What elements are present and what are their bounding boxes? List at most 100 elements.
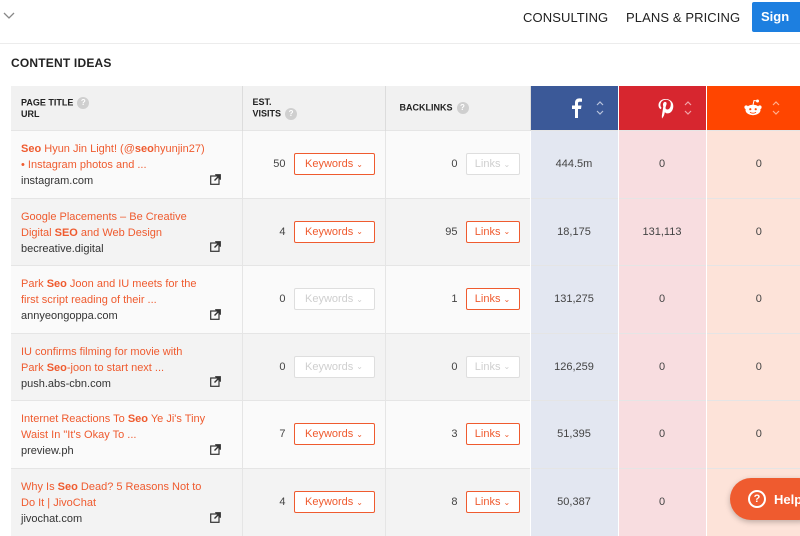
keywords-button[interactable]: Keywords ⌄ bbox=[293, 153, 375, 176]
keywords-button[interactable]: Keywords ⌄ bbox=[293, 220, 375, 243]
page-domain: jivochat.com bbox=[21, 513, 83, 525]
sort-icon[interactable] bbox=[771, 98, 781, 118]
content-ideas-table: PAGE TITLE? URL EST. VISITS? BACKLINKS? bbox=[11, 86, 800, 536]
facebook-icon bbox=[571, 98, 582, 118]
chevron-down-icon: ⌄ bbox=[503, 227, 511, 237]
chevron-down-icon: ⌄ bbox=[503, 159, 511, 169]
links-button-label: Links bbox=[474, 496, 501, 508]
external-link-icon[interactable] bbox=[210, 376, 221, 387]
external-link-icon[interactable] bbox=[210, 173, 221, 185]
column-header-title[interactable]: PAGE TITLE? URL bbox=[11, 86, 243, 131]
pinterest-icon bbox=[658, 99, 673, 119]
links-button[interactable]: Links ⌄ bbox=[465, 423, 520, 446]
title-highlight: Seo bbox=[57, 481, 78, 493]
sign-in-button[interactable]: Sign in bbox=[752, 2, 800, 54]
title-cell: Google Placements – Be Creative Digital … bbox=[11, 197, 242, 266]
table-row: IU confirms filming for movie with Park … bbox=[11, 332, 800, 401]
title-cell: IU confirms filming for movie with Park … bbox=[11, 332, 242, 401]
facebook-shares: 18,175 bbox=[529, 197, 618, 266]
links-button[interactable]: Links ⌄ bbox=[465, 220, 520, 243]
keywords-button[interactable]: Keywords ⌄ bbox=[293, 423, 375, 446]
chevron-down-icon: ⌄ bbox=[503, 294, 511, 304]
table-body: Seo Hyun Jin Light! (@seohyunjin27) • In… bbox=[11, 130, 800, 536]
column-header-visits-label-1: EST. bbox=[252, 96, 272, 107]
facebook-shares: 51,395 bbox=[529, 400, 618, 468]
facebook-shares: 444.5m bbox=[529, 130, 618, 198]
table-header-row: PAGE TITLE? URL EST. VISITS? BACKLINKS? bbox=[11, 86, 800, 131]
nav-consulting-link[interactable]: CONSULTING bbox=[523, 10, 608, 25]
page-domain: push.abs-cbn.com bbox=[21, 377, 111, 390]
help-icon[interactable]: ? bbox=[77, 96, 90, 109]
backlinks-cell: 3 Links ⌄ bbox=[384, 400, 530, 468]
estimated-visits: 0 bbox=[279, 360, 286, 373]
keywords-button-label: Keywords bbox=[305, 496, 354, 508]
title-text: Why Is bbox=[21, 481, 58, 493]
visits-cell: 7 Keywords ⌄ bbox=[241, 400, 385, 468]
keywords-button-label: Keywords bbox=[305, 293, 354, 306]
title-highlight: Seo bbox=[127, 413, 148, 426]
links-button[interactable]: Links ⌄ bbox=[465, 355, 520, 378]
pinterest-shares: 0 bbox=[617, 332, 706, 401]
keywords-button[interactable]: Keywords ⌄ bbox=[293, 288, 375, 311]
chevron-down-icon: ⌄ bbox=[356, 159, 363, 169]
estimated-visits: 50 bbox=[273, 158, 286, 171]
table-row: Seo Hyun Jin Light! (@seohyunjin27) • In… bbox=[11, 130, 800, 198]
table-row: Why Is Seo Dead? 5 Reasons Not to Do It … bbox=[11, 467, 800, 536]
chevron-down-icon: ⌄ bbox=[356, 227, 363, 237]
chevron-down-icon: ⌄ bbox=[503, 429, 511, 439]
reddit-shares: 0 bbox=[705, 197, 800, 266]
help-icon[interactable]: ? bbox=[456, 102, 469, 114]
chevron-down-icon: ⌄ bbox=[356, 362, 363, 372]
keywords-button[interactable]: Keywords ⌄ bbox=[293, 491, 375, 513]
visits-cell: 0 Keywords ⌄ bbox=[241, 265, 385, 333]
chevron-down-icon: ⌄ bbox=[356, 429, 363, 439]
title-cell: Seo Hyun Jin Light! (@seohyunjin27) • In… bbox=[11, 130, 242, 198]
reddit-shares: 0 bbox=[705, 332, 800, 401]
facebook-shares: 126,259 bbox=[529, 332, 618, 401]
page-title-link[interactable]: IU confirms filming for movie with Park … bbox=[21, 344, 207, 376]
table-row: Google Placements – Be Creative Digital … bbox=[11, 197, 800, 266]
backlinks-count: 3 bbox=[451, 428, 458, 441]
estimated-visits: 4 bbox=[279, 225, 286, 238]
page-domain: preview.ph bbox=[21, 445, 74, 458]
chevron-down-icon[interactable] bbox=[2, 8, 16, 22]
links-button[interactable]: Links ⌄ bbox=[465, 153, 520, 176]
page-title-link[interactable]: Seo Hyun Jin Light! (@seohyunjin27) • In… bbox=[21, 141, 207, 173]
column-header-reddit[interactable] bbox=[706, 86, 800, 131]
column-header-pinterest[interactable] bbox=[618, 86, 707, 131]
external-link-icon[interactable] bbox=[210, 241, 221, 252]
title-highlight: SEO bbox=[54, 226, 78, 239]
backlinks-cell: 8 Links ⌄ bbox=[384, 467, 530, 536]
backlinks-count: 0 bbox=[451, 158, 458, 171]
title-text: -joon to start next ... bbox=[66, 361, 165, 374]
page-title-link[interactable]: Google Placements – Be Creative Digital … bbox=[21, 209, 207, 241]
backlinks-cell: 0 Links ⌄ bbox=[384, 332, 530, 401]
page-title-link[interactable]: Park Seo Joon and IU meets for the first… bbox=[21, 276, 207, 308]
title-highlight: Seo bbox=[21, 143, 42, 156]
title-text: Park bbox=[21, 278, 47, 291]
reddit-shares: 0 bbox=[705, 265, 800, 333]
keywords-button-label: Keywords bbox=[305, 428, 354, 441]
column-header-backlinks[interactable]: BACKLINKS? bbox=[385, 86, 531, 131]
title-cell: Internet Reactions To Seo Ye Ji's Tiny W… bbox=[11, 400, 242, 468]
backlinks-cell: 0 Links ⌄ bbox=[384, 130, 530, 198]
help-chat-button[interactable]: ? Help bbox=[730, 478, 800, 520]
keywords-button-label: Keywords bbox=[305, 360, 354, 373]
external-link-icon[interactable] bbox=[210, 308, 221, 320]
page-title-link[interactable]: Why Is Seo Dead? 5 Reasons Not to Do It … bbox=[21, 479, 207, 511]
nav-plans-pricing-link[interactable]: PLANS & PRICING bbox=[626, 10, 740, 25]
help-icon[interactable]: ? bbox=[285, 107, 298, 120]
external-link-icon[interactable] bbox=[210, 511, 221, 523]
estimated-visits: 0 bbox=[279, 293, 286, 306]
page-title-link[interactable]: Internet Reactions To Seo Ye Ji's Tiny W… bbox=[21, 411, 207, 443]
external-link-icon[interactable] bbox=[210, 443, 221, 455]
links-button[interactable]: Links ⌄ bbox=[465, 491, 520, 513]
sort-icon[interactable] bbox=[683, 98, 693, 118]
sort-icon[interactable] bbox=[595, 98, 605, 118]
column-header-visits[interactable]: EST. VISITS? bbox=[242, 86, 386, 131]
links-button-label: Links bbox=[474, 225, 501, 238]
links-button[interactable]: Links ⌄ bbox=[465, 288, 520, 311]
column-header-facebook[interactable] bbox=[530, 86, 619, 131]
keywords-button[interactable]: Keywords ⌄ bbox=[293, 355, 375, 378]
backlinks-cell: 95 Links ⌄ bbox=[384, 197, 530, 266]
